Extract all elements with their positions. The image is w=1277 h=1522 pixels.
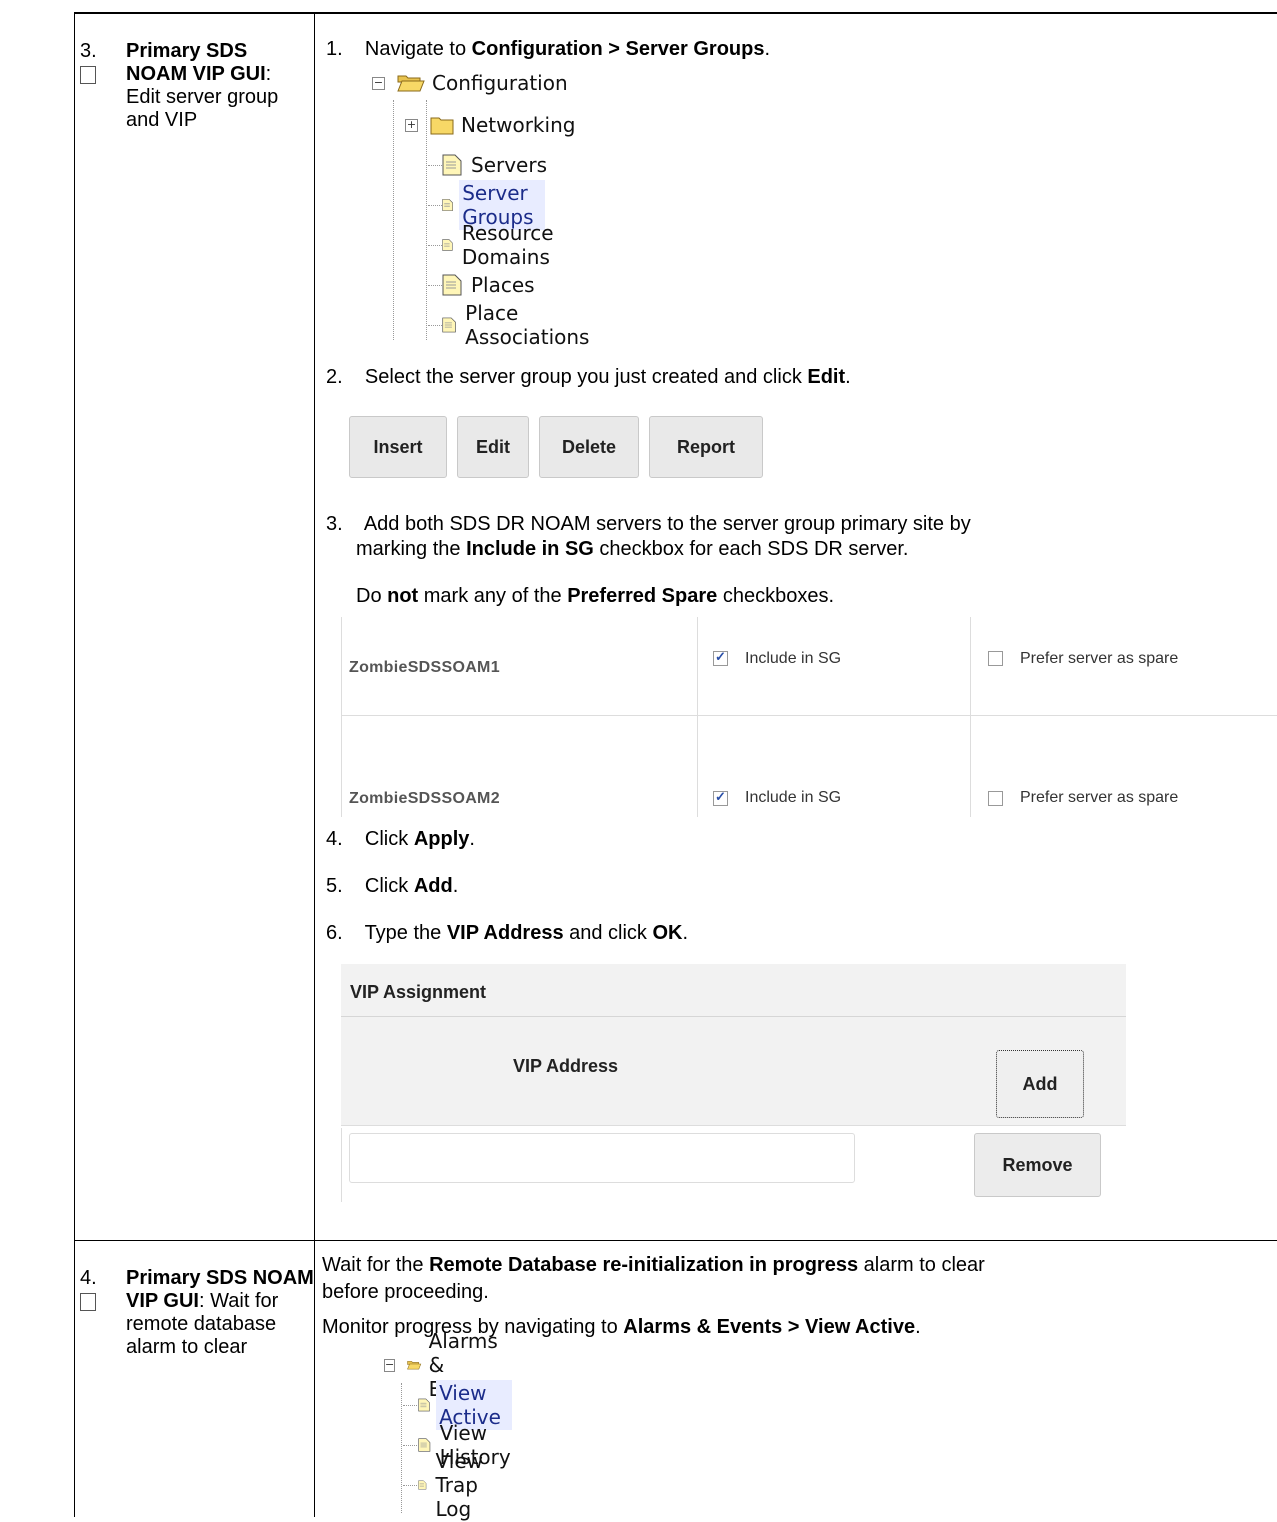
document-icon — [442, 154, 462, 176]
server-name: ZombieSDSSOAM2 — [349, 790, 500, 807]
expand-icon[interactable]: + — [405, 118, 418, 132]
server-name: ZombieSDSSOAM1 — [349, 659, 500, 676]
folder-icon — [430, 117, 454, 135]
document-icon — [442, 239, 453, 251]
include-in-sg-checkbox[interactable] — [713, 789, 728, 806]
include-in-sg-checkbox[interactable] — [713, 649, 728, 666]
prefer-spare-checkbox[interactable] — [988, 791, 1003, 806]
collapse-icon[interactable]: − — [384, 1358, 396, 1372]
step-title: Primary SDS NOAM VIP GUI: Wait for remot… — [126, 1267, 314, 1358]
vip-address-column-header: VIP Address — [513, 1056, 619, 1076]
instruction-3-note: Do not mark any of the Preferred Spare c… — [356, 585, 834, 607]
alarm-wait-line-1: Wait for the Remote Database re-initiali… — [322, 1254, 985, 1276]
remove-vip-button[interactable]: Remove — [974, 1133, 1101, 1197]
instruction-5: 5. Click Add. — [326, 875, 459, 897]
monitor-progress-line: Monitor progress by navigating to Alarms… — [322, 1316, 921, 1338]
document-icon — [442, 274, 462, 296]
alarm-wait-line-2: before proceeding. — [322, 1281, 489, 1303]
prefer-spare-label: Prefer server as spare — [1020, 650, 1179, 667]
tree-item-view-active[interactable]: View Active — [418, 1380, 512, 1430]
folder-open-icon — [407, 1361, 422, 1370]
tree-root-alarms-events[interactable]: − Alarms & Events — [384, 1329, 516, 1401]
tree-item-networking[interactable]: + Networking — [405, 112, 578, 138]
tree-root-configuration[interactable]: − Configuration — [370, 70, 571, 96]
prefer-spare-checkbox[interactable] — [988, 651, 1003, 666]
instruction-1: 1. Navigate to Configuration > Server Gr… — [326, 38, 771, 60]
instruction-2: 2. Select the server group you just crea… — [326, 366, 851, 388]
prefer-spare-label: Prefer server as spare — [1020, 789, 1179, 806]
vip-assignment-title: VIP Assignment — [350, 982, 487, 1002]
include-in-sg-label: Include in SG — [745, 789, 842, 806]
tree-item-servers[interactable]: Servers — [442, 152, 550, 178]
insert-button[interactable]: Insert — [349, 416, 447, 478]
folder-open-icon — [397, 75, 425, 92]
document-icon — [418, 1480, 427, 1490]
document-icon — [418, 1398, 430, 1412]
instruction-4: 4. Click Apply. — [326, 828, 475, 850]
document-icon — [418, 1438, 431, 1452]
step-checkbox[interactable] — [80, 1293, 96, 1311]
step-number: 4. — [80, 1267, 97, 1289]
edit-button[interactable]: Edit — [457, 416, 529, 478]
vip-address-input[interactable] — [349, 1133, 855, 1183]
tree-item-resource-domains[interactable]: Resource Domains — [442, 221, 566, 269]
instruction-3-cont: marking the Include in SG checkbox for e… — [356, 538, 909, 560]
include-in-sg-label: Include in SG — [745, 650, 842, 667]
tree-item-place-associations[interactable]: Place Associations — [442, 301, 598, 349]
collapse-icon[interactable]: − — [372, 76, 385, 90]
tree-item-server-groups[interactable]: Server Groups — [442, 180, 546, 230]
add-vip-button[interactable]: Add — [996, 1050, 1084, 1118]
report-button[interactable]: Report — [649, 416, 763, 478]
document-icon — [442, 317, 456, 333]
tree-item-places[interactable]: Places — [442, 272, 538, 298]
document-icon — [442, 199, 453, 211]
step-title: Primary SDS NOAM VIP GUI: Edit server gr… — [126, 40, 279, 131]
step-checkbox[interactable] — [80, 66, 96, 84]
instruction-3: 3. Add both SDS DR NOAM servers to the s… — [326, 513, 971, 535]
instruction-6: 6. Type the VIP Address and click OK. — [326, 922, 689, 944]
delete-button[interactable]: Delete — [539, 416, 639, 478]
tree-item-view-trap-log[interactable]: View Trap Log — [418, 1449, 497, 1521]
step-number: 3. — [80, 40, 97, 62]
